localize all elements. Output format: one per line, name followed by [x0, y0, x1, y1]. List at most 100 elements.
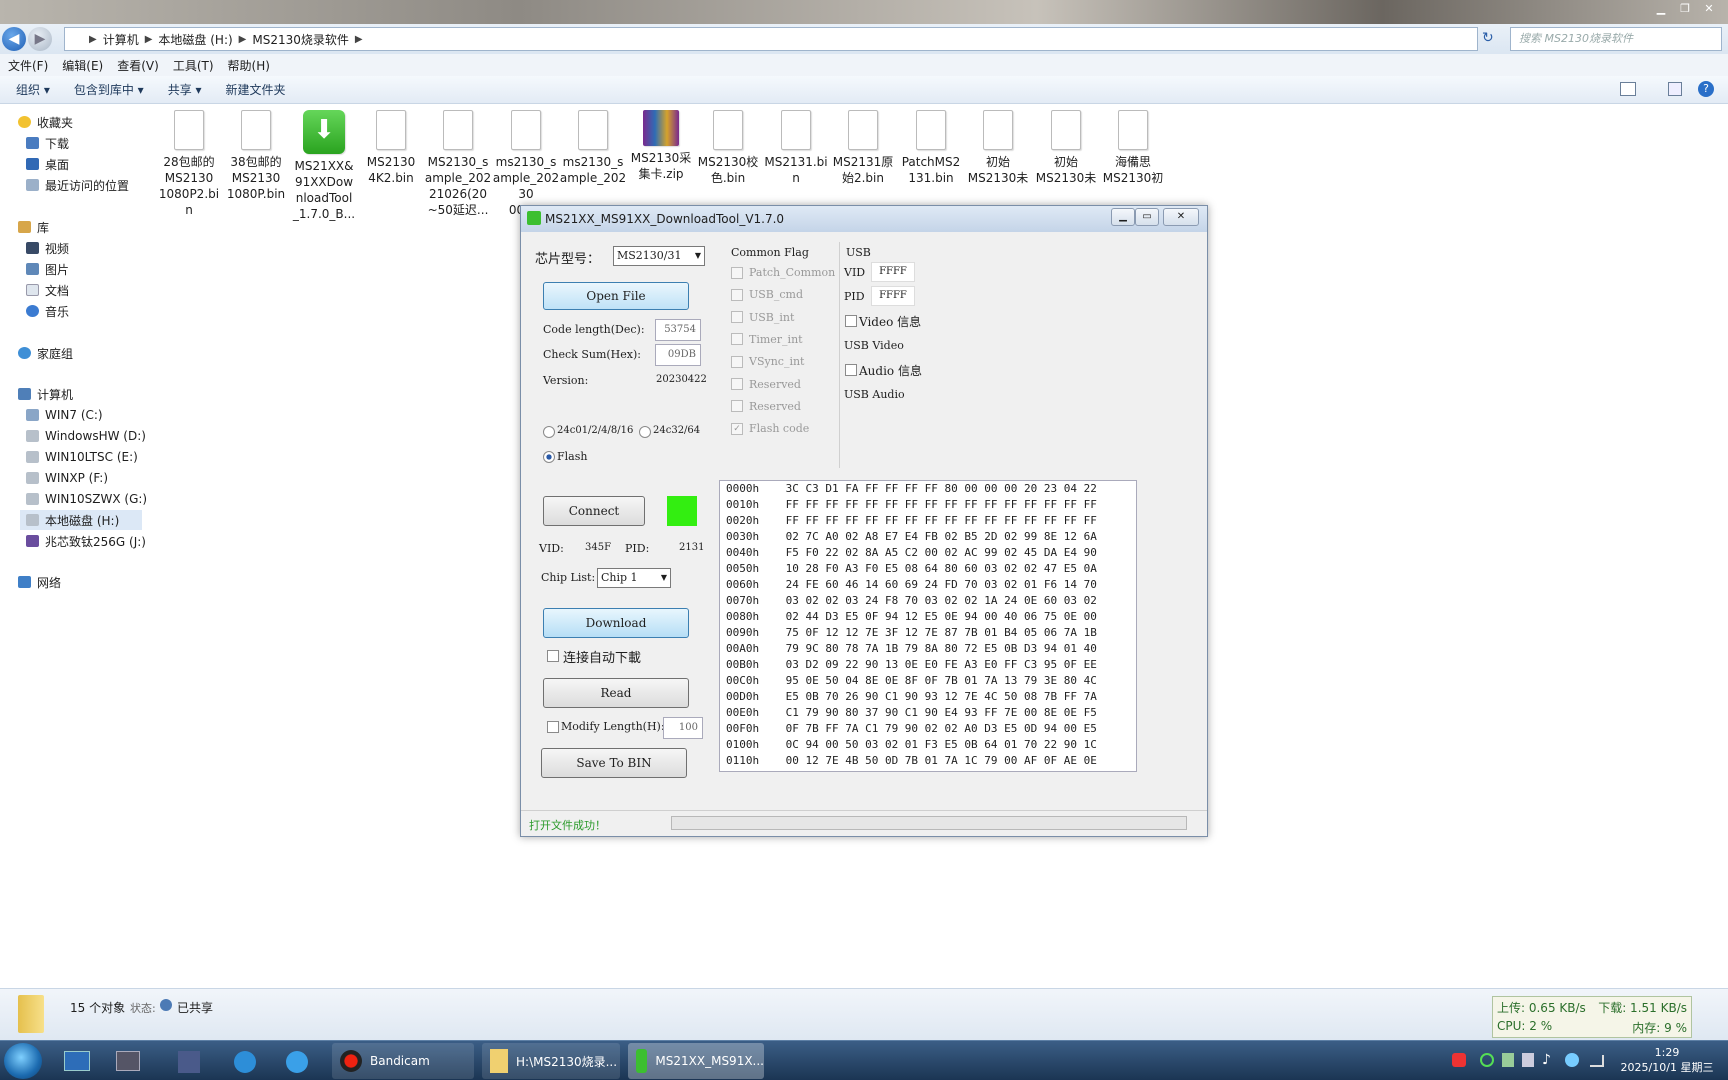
- file-item[interactable]: 28包邮的 MS2130 1080P2.bi n: [155, 110, 223, 218]
- search-input[interactable]: 搜索 MS2130烧录软件: [1510, 27, 1722, 51]
- open-file-button[interactable]: Open File: [543, 282, 689, 310]
- address-bar[interactable]: ▶ 计算机 ▶ 本地磁盘 (H:) ▶ MS2130烧录软件 ▶: [64, 27, 1478, 51]
- dialog-maximize-icon[interactable]: ▭: [1135, 208, 1159, 226]
- file-item[interactable]: MS2130校 色.bin: [694, 110, 762, 186]
- network-signal-icon[interactable]: [1590, 1055, 1604, 1067]
- flag-item[interactable]: Patch_Common: [731, 266, 835, 279]
- organize-button[interactable]: 组织 ▾: [16, 81, 50, 98]
- tray-app-icon[interactable]: [1452, 1053, 1466, 1067]
- minimize-icon[interactable]: ▁: [1650, 1, 1672, 17]
- menu-file[interactable]: 文件(F): [8, 57, 48, 74]
- chip-list-select[interactable]: Chip 1 ▼: [597, 568, 671, 588]
- nav-music[interactable]: 音乐: [26, 301, 69, 321]
- file-item[interactable]: MS2131.bi n: [762, 110, 830, 186]
- file-item[interactable]: MS2130采 集卡.zip: [627, 110, 695, 182]
- flag-item[interactable]: USB_cmd: [731, 288, 803, 301]
- show-desktop-icon[interactable]: [64, 1051, 90, 1071]
- taskbar-app-icon[interactable]: [178, 1051, 200, 1073]
- radio-24c32[interactable]: [639, 426, 651, 438]
- dialog-minimize-icon[interactable]: ▁: [1111, 208, 1135, 226]
- chip-model-select[interactable]: MS2130/31 ▼: [613, 246, 705, 266]
- file-item[interactable]: ms2130_s ample_202: [559, 110, 627, 186]
- download-button[interactable]: Download: [543, 608, 689, 638]
- taskbar-app-icon[interactable]: [116, 1051, 140, 1071]
- file-item[interactable]: ms2130_sample_20230008...: [492, 110, 560, 218]
- taskbar-download-tool[interactable]: MS21XX_MS91X...: [628, 1043, 764, 1079]
- close-icon[interactable]: ✕: [1698, 1, 1720, 17]
- video-info-checkbox[interactable]: [845, 315, 857, 327]
- back-arrow-icon[interactable]: ◀: [2, 27, 26, 51]
- nav-drive-d[interactable]: WindowsHW (D:): [26, 426, 146, 446]
- tray-app-icon[interactable]: [1565, 1053, 1579, 1067]
- flag-checkbox[interactable]: [731, 311, 743, 324]
- menu-help[interactable]: 帮助(H): [228, 57, 270, 74]
- view-options-icon[interactable]: [1620, 82, 1636, 96]
- radio-flash[interactable]: [543, 451, 555, 463]
- browser-icon[interactable]: [286, 1051, 308, 1073]
- flag-item[interactable]: Reserved: [731, 400, 801, 413]
- file-item[interactable]: 38包邮的 MS2130 1080P.bin: [222, 110, 290, 202]
- read-button[interactable]: Read: [543, 678, 689, 708]
- nav-videos[interactable]: 视频: [26, 238, 69, 258]
- nav-drive-f[interactable]: WINXP (F:): [26, 468, 108, 488]
- tray-app-icon[interactable]: [1522, 1053, 1534, 1067]
- nav-drive-h[interactable]: 本地磁盘 (H:): [20, 510, 142, 530]
- dialog-close-icon[interactable]: ✕: [1163, 208, 1199, 226]
- auto-download-checkbox[interactable]: [547, 650, 559, 662]
- file-item[interactable]: 初始 MS2130未: [1032, 110, 1100, 186]
- browser-icon[interactable]: [234, 1051, 256, 1073]
- nav-documents[interactable]: 文档: [26, 280, 69, 300]
- menu-view[interactable]: 查看(V): [117, 57, 159, 74]
- flag-item[interactable]: ✓ Flash code: [731, 422, 809, 435]
- include-in-library-button[interactable]: 包含到库中 ▾: [74, 81, 144, 98]
- code-length-field[interactable]: 53754: [655, 319, 701, 341]
- nav-libraries[interactable]: 库: [18, 217, 49, 237]
- nav-homegroup[interactable]: 家庭组: [18, 343, 73, 363]
- nav-drive-c[interactable]: WIN7 (C:): [26, 405, 103, 425]
- radio-24c01[interactable]: [543, 426, 555, 438]
- refresh-icon[interactable]: ↻: [1482, 30, 1502, 48]
- flag-checkbox[interactable]: [731, 266, 743, 279]
- modify-length-checkbox[interactable]: [547, 721, 559, 733]
- breadcrumb-drive-h[interactable]: 本地磁盘 (H:): [158, 31, 232, 48]
- start-button[interactable]: [4, 1043, 42, 1079]
- nav-favorites[interactable]: 收藏夹: [18, 112, 73, 132]
- nav-drive-j[interactable]: 兆芯致钛256G (J:): [26, 531, 146, 551]
- forward-arrow-icon[interactable]: ▶: [28, 27, 52, 51]
- file-item[interactable]: 海備思 MS2130初: [1099, 110, 1167, 186]
- nav-drive-e[interactable]: WIN10LTSC (E:): [26, 447, 138, 467]
- flag-item[interactable]: USB_int: [731, 311, 794, 324]
- breadcrumb-computer[interactable]: 计算机: [103, 31, 139, 48]
- share-button[interactable]: 共享 ▾: [168, 81, 202, 98]
- speaker-icon[interactable]: ♪: [1542, 1052, 1551, 1068]
- nav-computer[interactable]: 计算机: [18, 384, 73, 404]
- nav-recent-places[interactable]: 最近访问的位置: [26, 175, 129, 195]
- flag-item[interactable]: Timer_int: [731, 333, 803, 346]
- clock[interactable]: 1:29 2025/10/1 星期三: [1612, 1045, 1722, 1075]
- flag-checkbox[interactable]: [731, 333, 743, 346]
- hex-view[interactable]: 0000h 3C C3 D1 FA FF FF FF FF 80 00 00 0…: [719, 480, 1137, 772]
- preview-pane-icon[interactable]: [1668, 82, 1682, 96]
- flag-checkbox[interactable]: [731, 400, 743, 413]
- breadcrumb-folder[interactable]: MS2130烧录软件: [252, 31, 349, 48]
- nav-desktop[interactable]: 桌面: [26, 154, 69, 174]
- new-folder-button[interactable]: 新建文件夹: [226, 81, 286, 98]
- nav-drive-g[interactable]: WIN10SZWX (G:): [26, 489, 147, 509]
- taskbar-explorer[interactable]: H:\MS2130烧录...: [482, 1043, 620, 1079]
- menu-tools[interactable]: 工具(T): [173, 57, 214, 74]
- checksum-field[interactable]: 09DB: [655, 344, 701, 366]
- file-item[interactable]: MS2131原 始2.bin: [829, 110, 897, 186]
- usb-pid-field[interactable]: FFFF: [871, 286, 915, 306]
- flag-checkbox[interactable]: [731, 355, 743, 368]
- usb-vid-field[interactable]: FFFF: [871, 262, 915, 282]
- save-to-bin-button[interactable]: Save To BIN: [541, 748, 687, 778]
- file-item[interactable]: ⬇ MS21XX& 91XXDow nloadTool _1.7.0_B...: [290, 110, 358, 222]
- nav-network[interactable]: 网络: [18, 572, 61, 592]
- taskbar-bandicam[interactable]: Bandicam: [332, 1043, 474, 1079]
- flag-checkbox[interactable]: [731, 378, 743, 390]
- flag-checkbox[interactable]: [731, 288, 743, 301]
- file-item[interactable]: MS2130_s ample_202 21026(20 ~50延迟...: [424, 110, 492, 218]
- tray-app-icon[interactable]: [1480, 1053, 1494, 1067]
- nav-pictures[interactable]: 图片: [26, 259, 69, 279]
- file-item[interactable]: 初始 MS2130未: [964, 110, 1032, 186]
